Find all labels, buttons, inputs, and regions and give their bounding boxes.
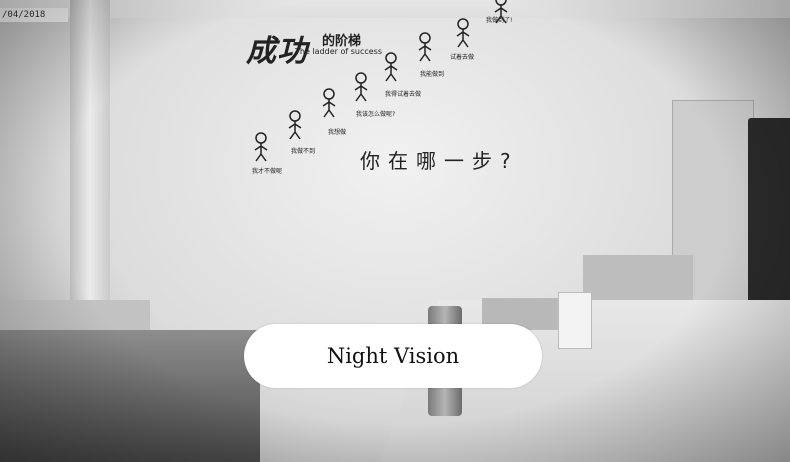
wall-question: 你在哪一步? xyxy=(360,149,519,173)
stick-figure-icon xyxy=(288,110,302,140)
step-label: 我做不到 xyxy=(291,148,316,155)
stick-figure-icon xyxy=(384,52,398,82)
step-label: 我才不做呢 xyxy=(252,168,283,175)
step-label: 我该怎么做呢? xyxy=(356,111,396,118)
ceiling xyxy=(0,0,790,18)
step-label: 我得试着去做 xyxy=(385,91,422,98)
wall-title-en: The ladder of success xyxy=(295,47,383,56)
night-vision-label: Night Vision xyxy=(244,324,542,388)
step-label: 试着去做 xyxy=(450,54,475,61)
step-label: 我做到了! xyxy=(486,17,513,24)
stick-figure-icon xyxy=(322,88,336,118)
stick-figure-icon xyxy=(354,72,368,102)
floor-clutter xyxy=(0,330,260,462)
stick-figure-icon xyxy=(456,18,470,48)
stick-figure-icon xyxy=(254,132,268,162)
timestamp-overlay: /04/2018 xyxy=(0,8,68,22)
paper-stack xyxy=(558,292,592,349)
step-label: 我能做到 xyxy=(420,71,445,78)
stick-figure-icon xyxy=(418,32,432,62)
step-label: 我想做 xyxy=(328,129,347,136)
camera-scene: /04/2018 成功 的阶梯 The ladder of success 我才… xyxy=(0,0,790,462)
